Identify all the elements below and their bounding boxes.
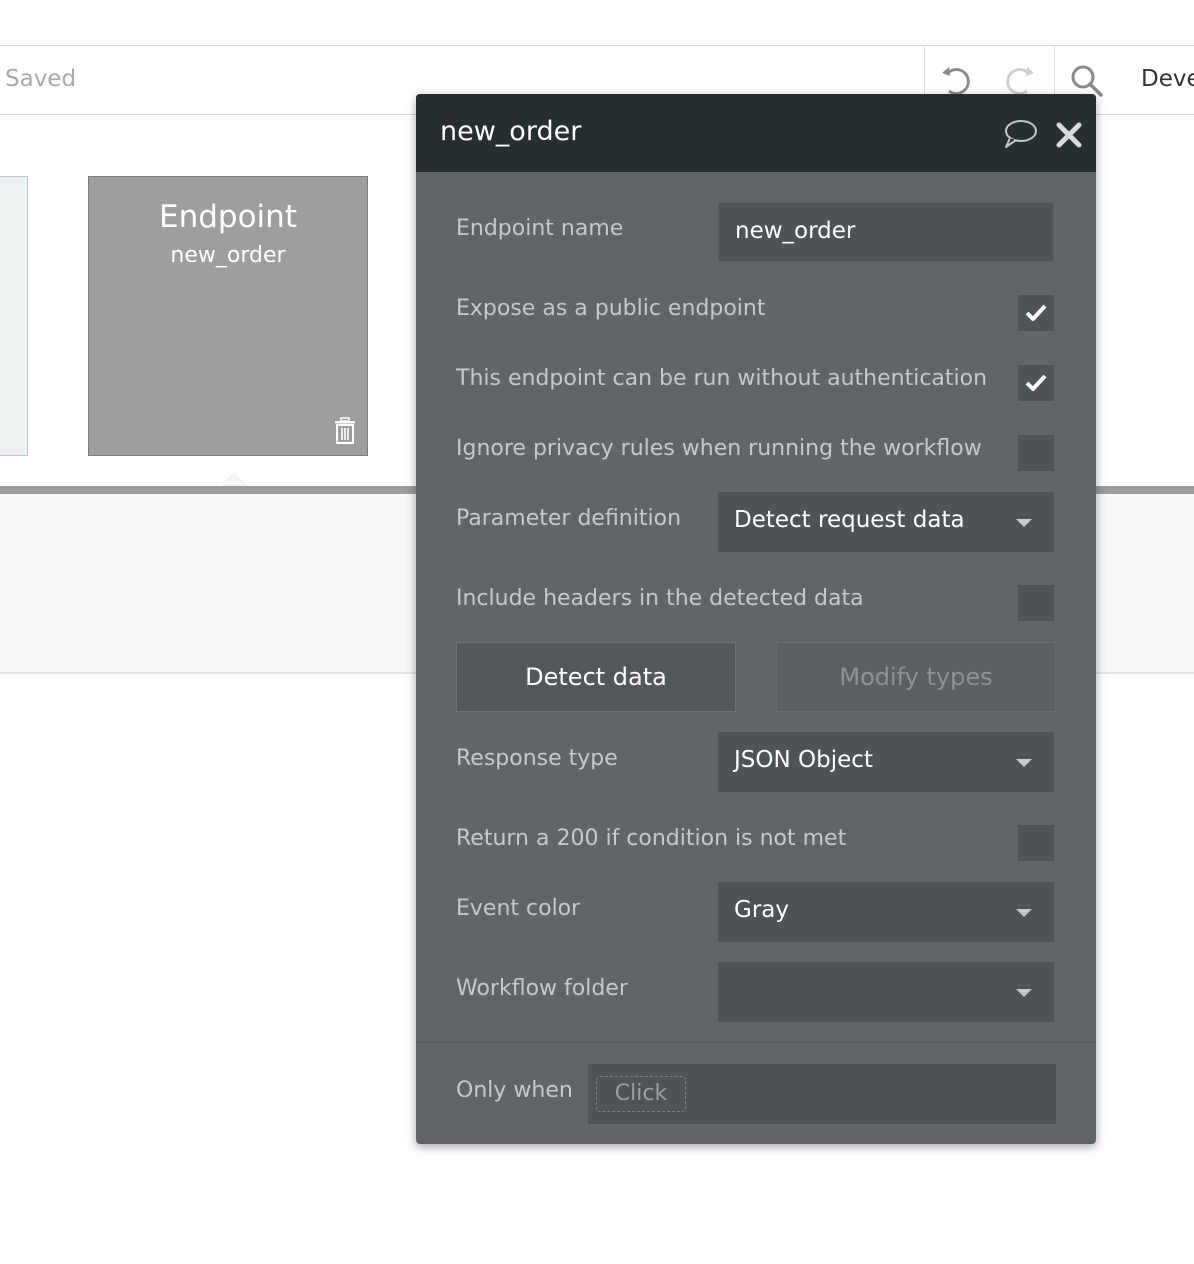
event-card-subtitle: new_order [170, 243, 286, 268]
response-type-label: Response type [456, 746, 618, 771]
trash-icon[interactable] [333, 417, 357, 445]
parameter-definition-value: Detect request data [734, 507, 965, 533]
include-headers-checkbox[interactable] [1018, 585, 1054, 621]
only-when-condition-field[interactable]: Click [588, 1064, 1056, 1124]
response-type-value: JSON Object [734, 747, 873, 773]
modify-types-button[interactable]: Modify types [776, 642, 1056, 712]
ignore-privacy-checkbox[interactable] [1018, 435, 1054, 471]
endpoint-name-input[interactable]: new_order [718, 202, 1054, 262]
selection-pointer [220, 472, 248, 486]
return-200-label: Return a 200 if condition is not met [456, 826, 847, 851]
response-type-dropdown[interactable]: JSON Object [718, 732, 1054, 792]
checkmark-icon [1025, 304, 1047, 321]
only-when-label: Only when [456, 1078, 573, 1103]
panel-title: new_order [440, 116, 582, 147]
event-card-title: Endpoint [159, 199, 297, 235]
endpoint-name-label: Endpoint name [456, 216, 624, 241]
expose-public-label: Expose as a public endpoint [456, 296, 766, 321]
parameter-definition-label: Parameter definition [456, 506, 682, 531]
previous-event-card[interactable] [0, 176, 28, 456]
event-color-label: Event color [456, 896, 581, 921]
ignore-privacy-label: Ignore privacy rules when running the wo… [456, 436, 982, 461]
workflow-folder-label: Workflow folder [456, 976, 628, 1001]
endpoint-event-card[interactable]: Endpoint new_order [88, 176, 368, 456]
no-auth-label: This endpoint can be run without authent… [456, 366, 988, 391]
expose-public-checkbox[interactable] [1018, 295, 1054, 331]
development-menu[interactable]: Deve [1141, 66, 1194, 92]
panel-divider [416, 1042, 1096, 1043]
chevron-down-icon [1016, 989, 1032, 997]
comment-icon[interactable] [1002, 118, 1038, 150]
parameter-definition-dropdown[interactable]: Detect request data [718, 492, 1054, 552]
event-color-dropdown[interactable]: Gray [718, 882, 1054, 942]
no-auth-checkbox[interactable] [1018, 365, 1054, 401]
redo-icon[interactable] [1002, 62, 1038, 98]
return-200-checkbox[interactable] [1018, 825, 1054, 861]
checkmark-icon [1025, 374, 1047, 391]
search-icon[interactable] [1068, 62, 1104, 98]
detect-data-button[interactable]: Detect data [456, 642, 736, 712]
condition-placeholder[interactable]: Click [596, 1076, 686, 1112]
endpoint-properties-panel: new_order Endpoint name new_order Expose… [416, 94, 1096, 1144]
chevron-down-icon [1016, 519, 1032, 527]
close-icon[interactable] [1054, 120, 1090, 152]
save-status: Saved [5, 66, 77, 92]
endpoint-name-value: new_order [735, 218, 856, 244]
event-color-value: Gray [734, 897, 789, 923]
panel-header: new_order [416, 94, 1096, 172]
chevron-down-icon [1016, 759, 1032, 767]
chevron-down-icon [1016, 909, 1032, 917]
workflow-folder-dropdown[interactable] [718, 962, 1054, 1022]
include-headers-label: Include headers in the detected data [456, 586, 864, 611]
undo-icon[interactable] [938, 62, 974, 98]
